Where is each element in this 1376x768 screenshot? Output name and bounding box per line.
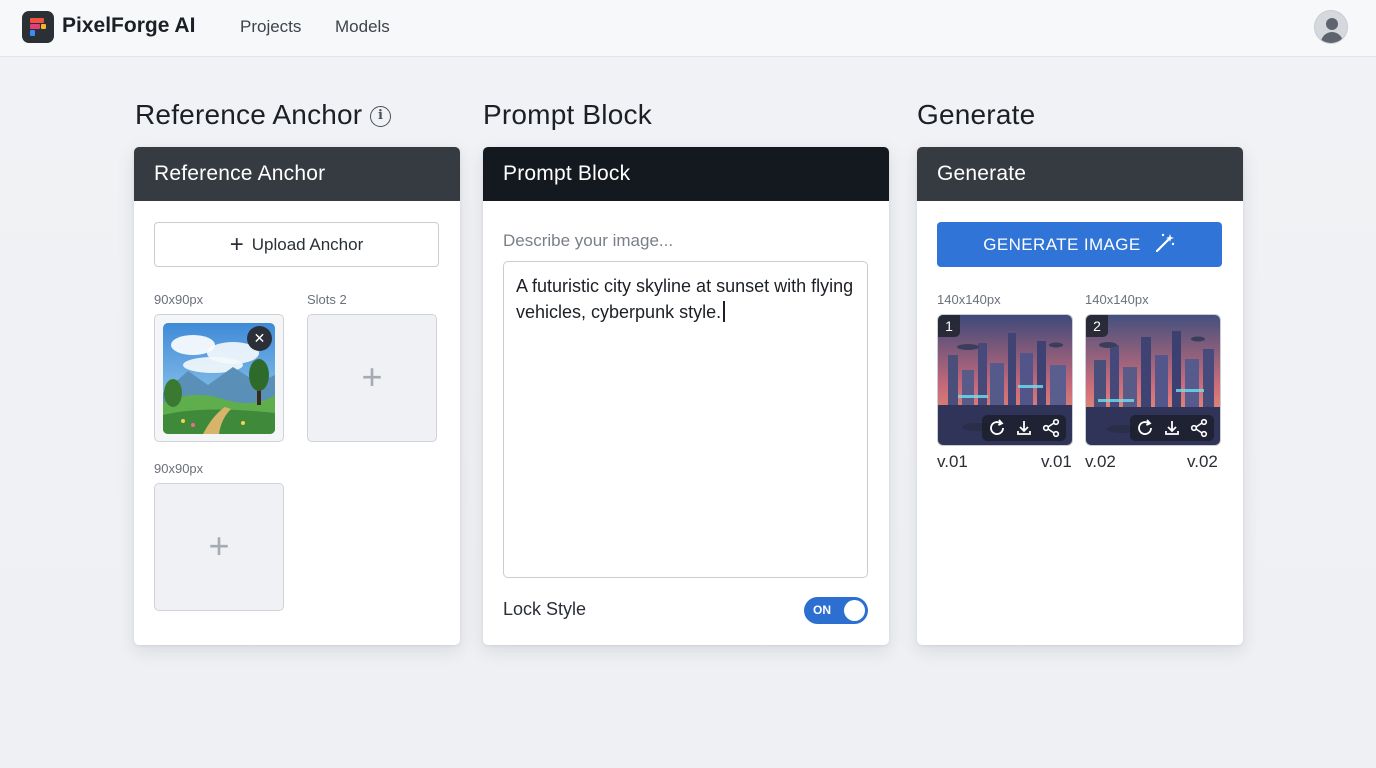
result-version: v.01 xyxy=(1041,452,1072,471)
prompt-card: Prompt Block Describe your image... A fu… xyxy=(483,147,889,645)
avatar-icon[interactable] xyxy=(1314,10,1348,44)
nav-projects[interactable]: Projects xyxy=(240,17,301,37)
generate-image-button[interactable]: GENERATE IMAGE xyxy=(937,222,1222,267)
result-actions xyxy=(982,415,1066,441)
result-version: v.02 xyxy=(1187,452,1218,471)
prompt-textarea[interactable]: A futuristic city skyline at sunset with… xyxy=(503,261,868,578)
result-version: v.02 xyxy=(1085,452,1116,471)
download-icon[interactable] xyxy=(1013,417,1035,439)
slots-count-label: Slots 2 xyxy=(307,292,347,307)
prompt-card-header: Prompt Block xyxy=(483,147,889,201)
reference-card-header: Reference Anchor xyxy=(134,147,460,201)
reference-card: Reference Anchor + Upload Anchor 90x90px … xyxy=(134,147,460,645)
anchor-slot-2[interactable]: + xyxy=(307,314,437,442)
toggle-state-label: ON xyxy=(813,603,831,617)
refresh-icon[interactable] xyxy=(986,417,1008,439)
generate-card: Generate GENERATE IMAGE 140x140px 140x14… xyxy=(917,147,1243,645)
upload-anchor-label: Upload Anchor xyxy=(251,235,364,254)
result-version: v.01 xyxy=(937,452,968,471)
anchor-slot-3[interactable]: + xyxy=(154,483,284,611)
nav-models[interactable]: Models xyxy=(335,17,390,37)
result-index: 2 xyxy=(1086,315,1108,337)
result-image-2[interactable]: 2 xyxy=(1085,314,1221,446)
slot-size-label: 90x90px xyxy=(154,461,204,476)
refresh-icon[interactable] xyxy=(1134,417,1156,439)
lock-style-label: Lock Style xyxy=(503,599,587,619)
brand-name[interactable]: PixelForge AI xyxy=(62,14,195,38)
upload-anchor-button[interactable]: + Upload Anchor xyxy=(154,222,439,267)
generate-card-header: Generate xyxy=(917,147,1243,201)
reference-section-title: Reference Anchor xyxy=(135,99,363,130)
lock-style-toggle[interactable]: ON xyxy=(804,597,868,624)
prompt-section-title: Prompt Block xyxy=(483,99,652,130)
generate-button-label: GENERATE IMAGE xyxy=(983,235,1141,254)
prompt-placeholder: Describe your image... xyxy=(503,231,674,250)
slot-size-label: 90x90px xyxy=(154,292,204,307)
plus-icon: + xyxy=(229,231,244,258)
share-icon[interactable] xyxy=(1188,417,1210,439)
add-slot-plus-icon[interactable]: + xyxy=(155,484,283,610)
result-size-label: 140x140px xyxy=(1085,292,1149,307)
toggle-knob xyxy=(844,600,865,621)
remove-anchor-button[interactable]: ✕ xyxy=(247,326,272,351)
text-caret xyxy=(723,301,726,322)
top-bar: PixelForge AI Projects Models xyxy=(0,0,1376,57)
anchor-slot-1[interactable]: ✕ xyxy=(154,314,284,442)
result-size-label: 140x140px xyxy=(937,292,1001,307)
prompt-text: A futuristic city skyline at sunset with… xyxy=(516,276,854,322)
result-index: 1 xyxy=(938,315,960,337)
result-actions xyxy=(1130,415,1214,441)
generate-section-title: Generate xyxy=(917,99,1036,130)
magic-wand-icon xyxy=(1154,226,1176,271)
download-icon[interactable] xyxy=(1161,417,1183,439)
add-slot-plus-icon[interactable]: + xyxy=(308,315,436,441)
info-icon[interactable]: i xyxy=(370,106,391,127)
share-icon[interactable] xyxy=(1040,417,1062,439)
result-image-1[interactable]: 1 xyxy=(937,314,1073,446)
logo-icon[interactable] xyxy=(22,11,54,43)
